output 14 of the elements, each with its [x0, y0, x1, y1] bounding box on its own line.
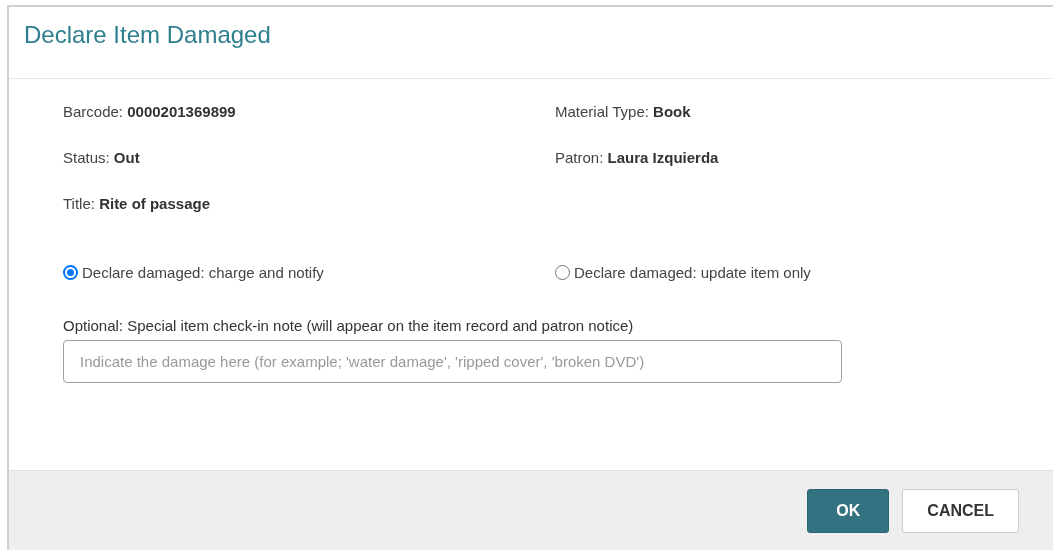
cancel-button[interactable]: CANCEL [902, 488, 1019, 533]
detail-text: Status: Out [63, 149, 140, 166]
dialog-title: Declare Item Damaged [24, 20, 271, 49]
ok-button[interactable]: OK [807, 488, 890, 533]
note-label: Optional: Special item check-in note (will appear on the item record and patron notice) [63, 317, 635, 334]
detail-text: Title: Rite of passage [63, 195, 210, 212]
detail-text: Patron: Laura Izquierda [555, 149, 719, 166]
detail-text: Barcode: 0000201369899 [63, 103, 236, 120]
radio-label: Declare damaged: charge and notify [82, 264, 324, 281]
radio-label: Declare damaged: update item only [574, 264, 811, 281]
note-field[interactable]: Indicate the damage here (for example; 'water damage', 'ripped cover', 'broken DVD') [63, 340, 842, 383]
radio-button[interactable] [555, 265, 570, 280]
radio-button[interactable] [63, 265, 78, 280]
detail-text: Material Type: Book [555, 103, 691, 120]
